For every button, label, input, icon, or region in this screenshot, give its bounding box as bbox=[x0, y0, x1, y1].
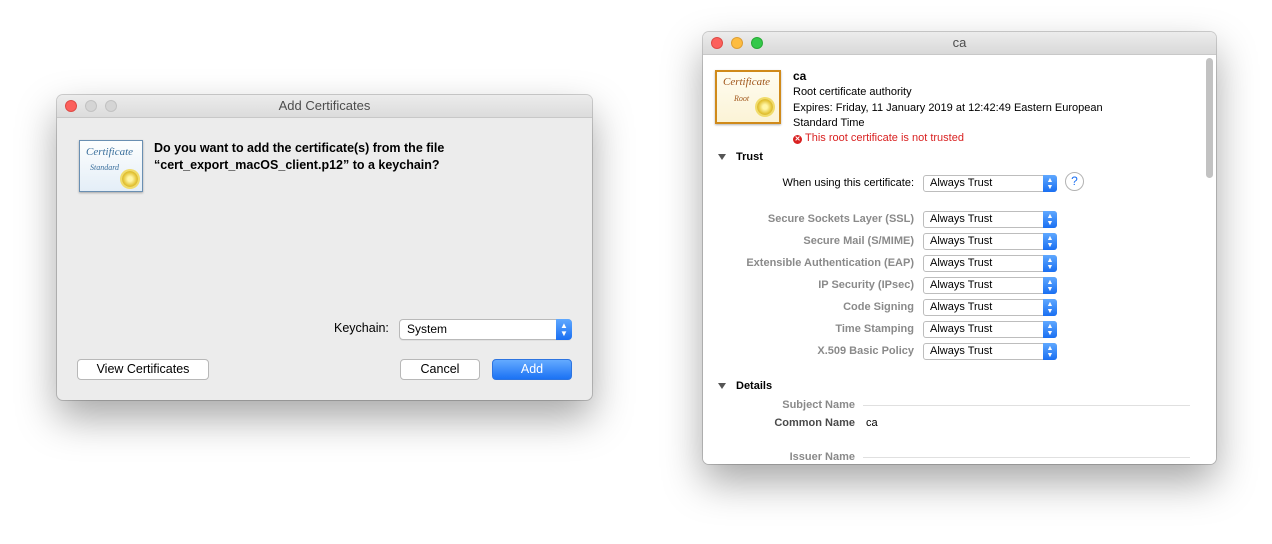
chevron-updown-icon: ▲ ▼ bbox=[1043, 277, 1057, 294]
divider bbox=[863, 405, 1190, 406]
disclosure-triangle-icon[interactable] bbox=[718, 383, 726, 389]
certificate-standard-icon: Certificate Standard bbox=[79, 140, 143, 192]
minimize-button bbox=[85, 100, 97, 112]
trust-section-header: Trust bbox=[736, 151, 763, 163]
cert-window-title: ca bbox=[952, 35, 967, 50]
policy-select[interactable]: Always Trust ▲ ▼ bbox=[923, 343, 1057, 360]
view-certificates-button[interactable]: View Certificates bbox=[77, 359, 209, 380]
when-using-label: When using this certificate: bbox=[782, 177, 914, 189]
error-icon: ✕ bbox=[793, 135, 802, 144]
chevron-updown-icon: ▲ ▼ bbox=[1043, 211, 1057, 228]
policy-label: Secure Sockets Layer (SSL) bbox=[767, 213, 914, 225]
cancel-button[interactable]: Cancel bbox=[400, 359, 480, 380]
keychain-value: System bbox=[407, 322, 448, 336]
policy-select[interactable]: Always Trust ▲ ▼ bbox=[923, 255, 1057, 272]
keychain-select[interactable]: System ▲ ▼ bbox=[399, 319, 572, 340]
policy-label: Secure Mail (S/MIME) bbox=[803, 235, 914, 247]
policy-label: X.509 Basic Policy bbox=[817, 345, 914, 357]
policy-select[interactable]: Always Trust ▲ ▼ bbox=[923, 277, 1057, 294]
issuer-name-label: Issuer Name bbox=[789, 451, 855, 463]
zoom-button bbox=[105, 100, 117, 112]
dialog-title: Add Certificates bbox=[278, 98, 371, 113]
minimize-button[interactable] bbox=[731, 37, 743, 49]
disclosure-triangle-icon[interactable] bbox=[718, 154, 726, 160]
dialog-question: Do you want to add the certificate(s) fr… bbox=[154, 141, 445, 172]
keychain-label: Keychain: bbox=[334, 321, 389, 335]
close-button[interactable] bbox=[711, 37, 723, 49]
cert-expires-line2: Standard Time bbox=[793, 117, 865, 129]
divider bbox=[863, 457, 1190, 458]
cert-window-content: Certificate Root ca Root certificate aut… bbox=[703, 55, 1216, 464]
cert-window-titlebar: ca bbox=[703, 32, 1216, 55]
chevron-updown-icon: ▲ ▼ bbox=[1043, 321, 1057, 338]
chevron-updown-icon: ▲ ▼ bbox=[1043, 343, 1057, 360]
subject-name-label: Subject Name bbox=[782, 399, 855, 411]
certificate-root-icon: Certificate Root bbox=[715, 70, 781, 124]
close-button[interactable] bbox=[65, 100, 77, 112]
policy-label: Time Stamping bbox=[835, 323, 914, 335]
help-button[interactable]: ? bbox=[1065, 172, 1084, 191]
certificate-window: ca Certificate Root ca Root certificate … bbox=[703, 32, 1216, 464]
policy-select[interactable]: Always Trust ▲ ▼ bbox=[923, 233, 1057, 250]
cert-warning: ✕ This root certificate is not trusted bbox=[793, 132, 964, 144]
policy-label: Code Signing bbox=[843, 301, 914, 313]
chevron-updown-icon: ▲ ▼ bbox=[1043, 299, 1057, 316]
add-certificates-dialog: Add Certificates Certificate Standard Do… bbox=[57, 95, 592, 400]
when-using-select[interactable]: Always Trust ▲ ▼ bbox=[923, 175, 1057, 192]
chevron-updown-icon: ▲ ▼ bbox=[1043, 175, 1057, 192]
seal-icon bbox=[757, 99, 773, 115]
common-name-value: ca bbox=[866, 417, 878, 429]
zoom-button[interactable] bbox=[751, 37, 763, 49]
cert-expires-line1: Expires: Friday, 11 January 2019 at 12:4… bbox=[793, 102, 1103, 114]
policy-select[interactable]: Always Trust ▲ ▼ bbox=[923, 321, 1057, 338]
cert-kind: Root certificate authority bbox=[793, 86, 912, 98]
add-button[interactable]: Add bbox=[492, 359, 572, 380]
policy-select[interactable]: Always Trust ▲ ▼ bbox=[923, 211, 1057, 228]
policy-label: Extensible Authentication (EAP) bbox=[746, 257, 914, 269]
chevron-updown-icon: ▲ ▼ bbox=[1043, 233, 1057, 250]
cert-name: ca bbox=[793, 69, 807, 83]
policy-select[interactable]: Always Trust ▲ ▼ bbox=[923, 299, 1057, 316]
chevron-updown-icon: ▲ ▼ bbox=[556, 319, 572, 340]
vertical-scrollbar[interactable] bbox=[1206, 58, 1213, 178]
chevron-updown-icon: ▲ ▼ bbox=[1043, 255, 1057, 272]
common-name-label: Common Name bbox=[774, 417, 855, 429]
details-section-header: Details bbox=[736, 380, 773, 392]
dialog-titlebar: Add Certificates bbox=[57, 95, 592, 118]
seal-icon bbox=[122, 171, 138, 187]
policy-label: IP Security (IPsec) bbox=[818, 279, 914, 291]
